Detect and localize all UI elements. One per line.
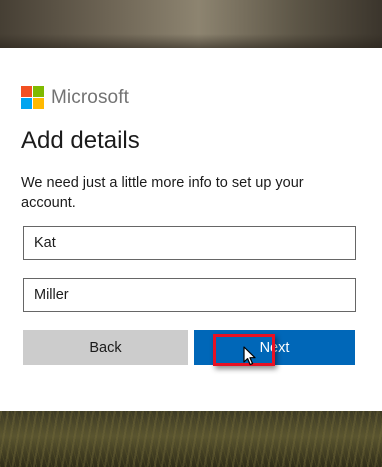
page-title: Add details xyxy=(21,127,140,154)
logo-square-yellow xyxy=(33,98,44,109)
form-description: We need just a little more info to set u… xyxy=(21,175,304,211)
logo-square-blue xyxy=(21,98,32,109)
signup-card: Microsoft Add details We need just a lit… xyxy=(0,48,382,411)
next-button[interactable]: Next xyxy=(194,330,355,365)
logo-square-green xyxy=(33,86,44,97)
back-button[interactable]: Back xyxy=(23,330,188,365)
logo-square-red xyxy=(21,86,32,97)
brand-name: Microsoft xyxy=(51,86,129,108)
background-image-bottom xyxy=(0,411,382,467)
microsoft-logo-icon xyxy=(21,86,44,109)
last-name-input[interactable] xyxy=(23,278,356,312)
background-image-top xyxy=(0,0,382,48)
first-name-input[interactable] xyxy=(23,226,356,260)
microsoft-logo: Microsoft xyxy=(21,86,129,109)
